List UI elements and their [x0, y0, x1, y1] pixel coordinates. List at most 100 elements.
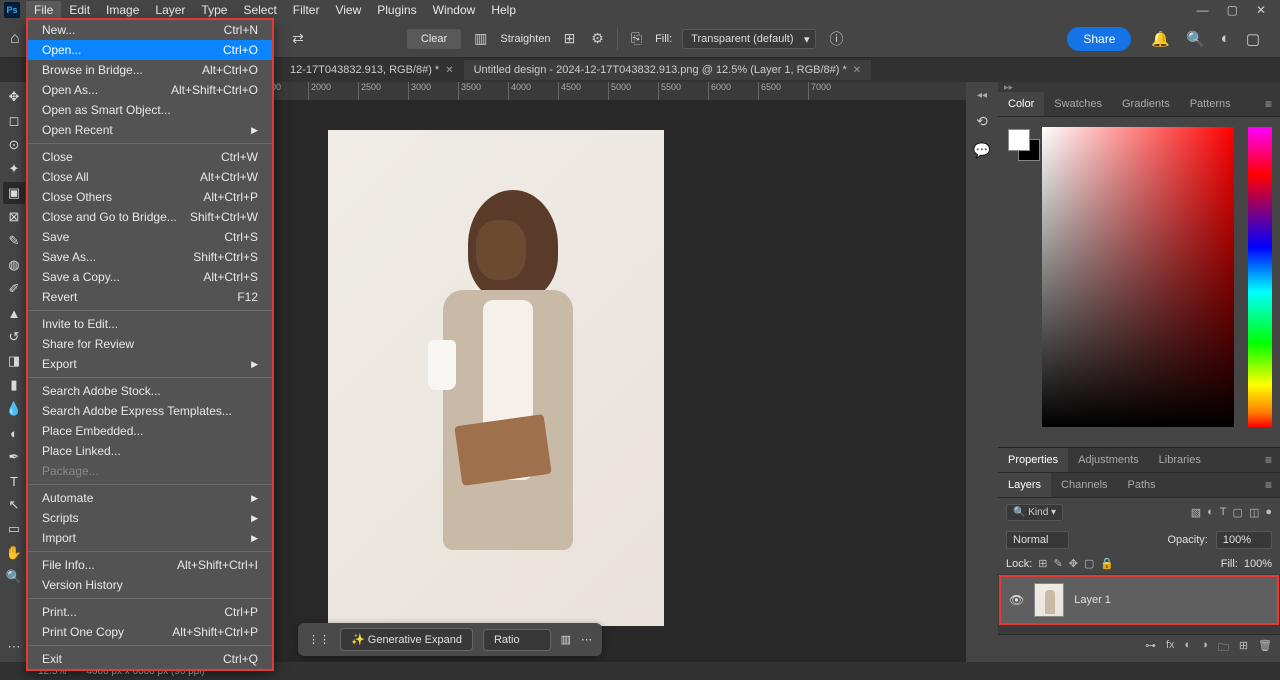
help-icon[interactable]: ◐ [1221, 30, 1230, 47]
expand-panels-icon[interactable]: ◂◂ [977, 90, 987, 101]
menu-item-open-as-[interactable]: Open As...Alt+Shift+Ctrl+O [28, 80, 272, 100]
panel-tab-patterns[interactable]: Patterns [1180, 92, 1241, 116]
menu-select[interactable]: Select [235, 1, 284, 19]
layer-filter-search[interactable]: 🔍 Kind ▾ [1006, 504, 1063, 521]
filter-smart-icon[interactable]: ◫ [1249, 506, 1259, 519]
menu-item-new-[interactable]: New...Ctrl+N [28, 20, 272, 40]
menu-item-close-others[interactable]: Close OthersAlt+Ctrl+P [28, 187, 272, 207]
menu-item-scripts[interactable]: Scripts▶ [28, 508, 272, 528]
panel-tab-adjustments[interactable]: Adjustments [1068, 448, 1149, 472]
lock-artboard-icon[interactable]: ▢ [1084, 557, 1094, 570]
shape-tool[interactable]: ▭ [3, 518, 25, 540]
panel-tab-libraries[interactable]: Libraries [1149, 448, 1211, 472]
swap-icon[interactable]: ⇄ [289, 27, 307, 50]
document-tab[interactable]: Untitled design - 2024-12-17T043832.913.… [464, 60, 872, 80]
menu-item-revert[interactable]: RevertF12 [28, 287, 272, 307]
foreground-color-swatch[interactable] [1008, 129, 1030, 151]
color-field[interactable] [1042, 127, 1234, 427]
opacity-input[interactable]: 100% [1216, 531, 1272, 549]
menu-item-close-and-go-to-bridge-[interactable]: Close and Go to Bridge...Shift+Ctrl+W [28, 207, 272, 227]
type-tool[interactable]: T [3, 470, 25, 492]
layer-thumbnail[interactable] [1034, 583, 1064, 617]
menu-layer[interactable]: Layer [147, 1, 193, 19]
new-layer-icon[interactable]: ⊞ [1239, 639, 1248, 658]
menu-item-file-info-[interactable]: File Info...Alt+Shift+Ctrl+I [28, 555, 272, 575]
share-button[interactable]: Share [1067, 27, 1131, 51]
more-icon[interactable]: ⋯ [581, 633, 592, 646]
menu-item-place-linked-[interactable]: Place Linked... [28, 441, 272, 461]
heal-tool[interactable]: ◍ [3, 254, 25, 276]
tab-close-icon[interactable]: ✕ [445, 65, 453, 76]
menu-image[interactable]: Image [98, 1, 147, 19]
eraser-tool[interactable]: ◨ [3, 350, 25, 372]
panel-tab-paths[interactable]: Paths [1118, 473, 1166, 497]
menu-item-print-[interactable]: Print...Ctrl+P [28, 602, 272, 622]
lock-trans-icon[interactable]: ⊞ [1038, 557, 1047, 570]
group-icon[interactable]: 🗀 [1218, 639, 1229, 658]
wand-tool[interactable]: ✦ [3, 158, 25, 180]
brush-tool[interactable]: ✐ [3, 278, 25, 300]
menu-item-browse-in-bridge-[interactable]: Browse in Bridge...Alt+Ctrl+O [28, 60, 272, 80]
menu-item-package-[interactable]: Package... [28, 461, 272, 481]
maximize-icon[interactable]: ▢ [1227, 3, 1238, 17]
menu-item-invite-to-edit-[interactable]: Invite to Edit... [28, 314, 272, 334]
panel-tab-layers[interactable]: Layers [998, 473, 1051, 497]
frame-tool[interactable]: ⊠ [3, 206, 25, 228]
document-tab[interactable]: 12-17T043832.913, RGB/8#) *✕ [280, 60, 464, 80]
search-icon[interactable]: 🔍 [1186, 30, 1205, 48]
panel-tab-channels[interactable]: Channels [1051, 473, 1117, 497]
adjustment-icon[interactable]: ◑ [1201, 639, 1208, 658]
menu-item-save-a-copy-[interactable]: Save a Copy...Alt+Ctrl+S [28, 267, 272, 287]
marquee-tool[interactable]: ◻ [3, 110, 25, 132]
menu-item-export[interactable]: Export▶ [28, 354, 272, 374]
link-layers-icon[interactable]: ⊶ [1145, 639, 1156, 658]
hand-tool[interactable]: ✋ [3, 542, 25, 564]
close-icon[interactable]: ✕ [1256, 3, 1266, 17]
blend-mode-select[interactable]: Normal [1006, 531, 1069, 549]
panel-tab-gradients[interactable]: Gradients [1112, 92, 1180, 116]
workspace-icon[interactable]: ▢ [1246, 30, 1260, 48]
drag-handle-icon[interactable]: ⋮⋮ [308, 633, 330, 646]
panel-menu-icon[interactable]: ≡ [1257, 453, 1280, 467]
edit-toolbar[interactable]: ⋯ [3, 636, 25, 658]
menu-plugins[interactable]: Plugins [369, 1, 424, 19]
dodge-tool[interactable]: ◐ [3, 422, 25, 444]
menu-file[interactable]: File [26, 1, 61, 19]
canvas-image[interactable] [328, 130, 664, 626]
lock-all-icon[interactable]: 🔒 [1100, 557, 1114, 570]
filter-adjust-icon[interactable]: ◐ [1207, 506, 1214, 519]
overlay-icon[interactable]: ▥ [471, 27, 490, 50]
filter-type-icon[interactable]: T [1220, 506, 1227, 519]
menu-item-search-adobe-stock-[interactable]: Search Adobe Stock... [28, 381, 272, 401]
panel-menu-icon[interactable]: ≡ [1257, 478, 1280, 492]
menu-item-close[interactable]: CloseCtrl+W [28, 147, 272, 167]
minimize-icon[interactable]: — [1197, 3, 1209, 17]
zoom-tool[interactable]: 🔍 [3, 566, 25, 588]
panel-tab-swatches[interactable]: Swatches [1044, 92, 1112, 116]
tab-close-icon[interactable]: ✕ [853, 65, 861, 76]
menu-window[interactable]: Window [425, 1, 484, 19]
preset-icon[interactable]: ▥ [561, 633, 571, 646]
menu-item-import[interactable]: Import▶ [28, 528, 272, 548]
menu-filter[interactable]: Filter [285, 1, 328, 19]
grid-icon[interactable]: ⊞ [561, 27, 579, 50]
menu-item-exit[interactable]: ExitCtrl+Q [28, 649, 272, 669]
panel-menu-icon[interactable]: ≡ [1257, 97, 1280, 111]
filter-toggle-icon[interactable]: ● [1265, 506, 1272, 519]
menu-item-open-as-smart-object-[interactable]: Open as Smart Object... [28, 100, 272, 120]
delete-layer-icon[interactable]: 🗑 [1258, 639, 1272, 658]
menu-item-print-one-copy[interactable]: Print One CopyAlt+Shift+Ctrl+P [28, 622, 272, 642]
menu-item-save[interactable]: SaveCtrl+S [28, 227, 272, 247]
eyedropper-tool[interactable]: ✎ [3, 230, 25, 252]
panel-tab-properties[interactable]: Properties [998, 448, 1068, 472]
crop-tool[interactable]: ▣ [3, 182, 25, 204]
bell-icon[interactable]: 🔔 [1151, 30, 1170, 48]
layer-visibility-icon[interactable]: 👁 [1009, 593, 1024, 607]
menu-item-open-recent[interactable]: Open Recent▶ [28, 120, 272, 140]
fill-select[interactable]: Transparent (default) ▾ [682, 29, 816, 49]
menu-item-open-[interactable]: Open...Ctrl+O [28, 40, 272, 60]
fill-input[interactable]: 100% [1244, 558, 1272, 570]
move-tool[interactable]: ✥ [3, 86, 25, 108]
home-icon[interactable]: ⌂ [10, 30, 20, 48]
blur-tool[interactable]: 💧 [3, 398, 25, 420]
